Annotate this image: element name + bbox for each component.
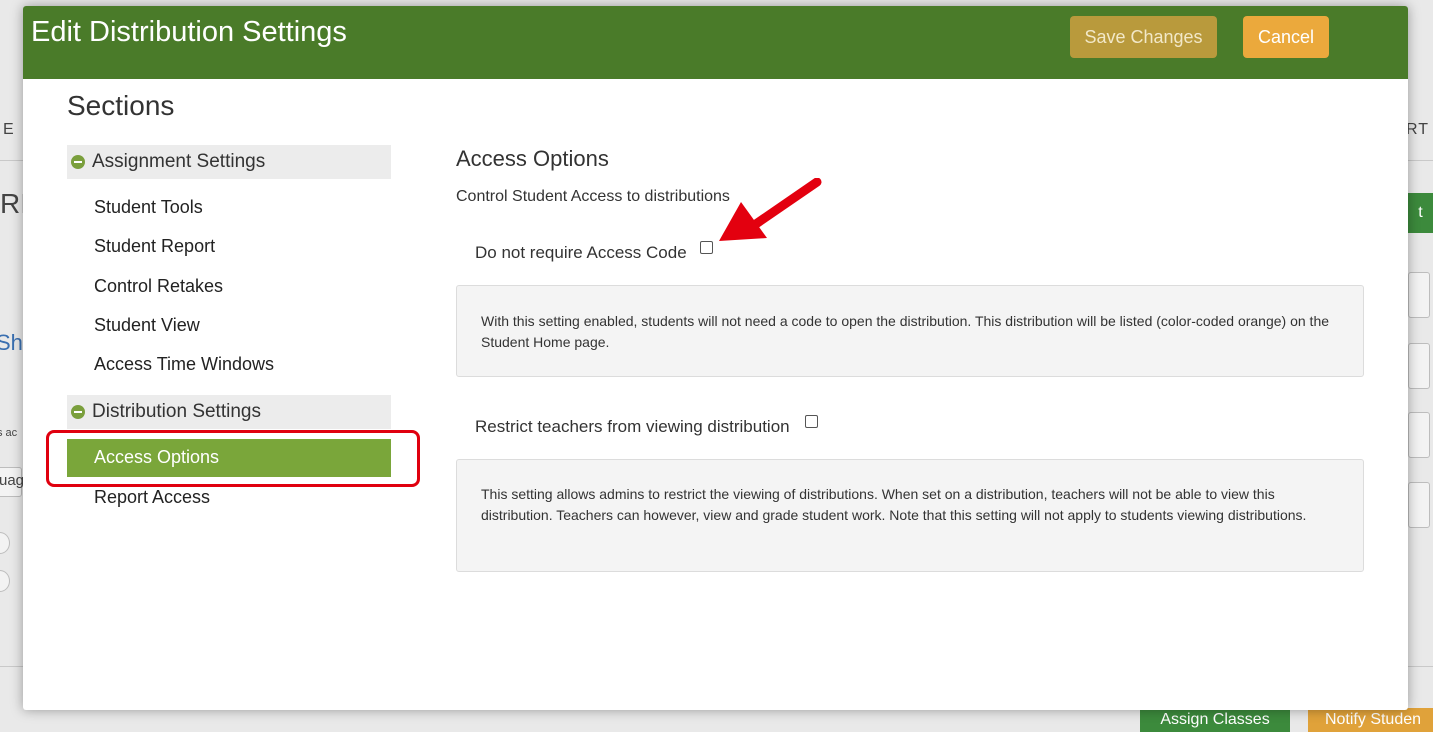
content-subtitle: Control Student Access to distributions	[456, 188, 730, 205]
access-code-info-box: With this setting enabled, students will…	[456, 285, 1364, 377]
access-code-info-text: With this setting enabled, students will…	[481, 313, 1330, 350]
background-circle	[0, 532, 10, 554]
group-assignment-settings[interactable]: Assignment Settings	[67, 145, 391, 179]
collapse-icon	[71, 155, 85, 169]
modal-title: Edit Distribution Settings	[31, 16, 347, 48]
background-circle	[0, 570, 10, 592]
edit-distribution-modal: Edit Distribution Settings Save Changes …	[23, 6, 1408, 710]
sidebar-item-student-tools[interactable]: Student Tools	[94, 197, 203, 218]
sidebar-item-control-retakes[interactable]: Control Retakes	[94, 276, 223, 297]
background-field	[1408, 272, 1430, 318]
background-button: t	[1408, 193, 1433, 233]
notify-students-button: Notify Studen	[1308, 708, 1433, 732]
restrict-teachers-label: Restrict teachers from viewing distribut…	[475, 417, 790, 436]
group-distribution-settings[interactable]: Distribution Settings	[67, 395, 391, 429]
cancel-button[interactable]: Cancel	[1243, 16, 1329, 58]
access-code-label: Do not require Access Code	[475, 243, 687, 262]
background-text: Notify Studen	[1324, 711, 1422, 728]
background-text: Assign Classes	[1160, 711, 1270, 728]
sidebar-item-access-time-windows[interactable]: Access Time Windows	[94, 354, 274, 375]
background-text: s ac	[0, 427, 18, 439]
restrict-teachers-checkbox[interactable]	[805, 415, 818, 428]
background-field	[1408, 482, 1430, 528]
arrow-pointer-icon	[719, 178, 822, 241]
restrict-teachers-info-text: This setting allows admins to restrict t…	[481, 486, 1307, 523]
sidebar-item-student-view[interactable]: Student View	[94, 315, 200, 336]
background-text: t	[1418, 204, 1423, 221]
sidebar-item-report-access[interactable]: Report Access	[94, 487, 210, 508]
background-field	[1408, 343, 1430, 389]
collapse-icon	[71, 405, 85, 419]
assign-classes-button: Assign Classes	[1140, 708, 1290, 732]
content-title: Access Options	[456, 146, 609, 171]
background-field	[1408, 412, 1430, 458]
background-text: E	[3, 121, 15, 138]
group-label: Assignment Settings	[92, 151, 266, 172]
sections-heading: Sections	[67, 90, 175, 121]
background-select: uag	[0, 467, 25, 497]
background-text: RT	[1406, 121, 1430, 138]
background-text: uag	[0, 472, 25, 489]
access-code-checkbox[interactable]	[700, 241, 713, 254]
modal-header: Edit Distribution Settings Save Changes …	[23, 6, 1408, 79]
highlight-outline	[46, 430, 420, 487]
restrict-teachers-info-box: This setting allows admins to restrict t…	[456, 459, 1364, 572]
save-changes-button[interactable]: Save Changes	[1070, 16, 1217, 58]
group-label: Distribution Settings	[92, 401, 261, 422]
sidebar-item-student-report[interactable]: Student Report	[94, 236, 215, 257]
